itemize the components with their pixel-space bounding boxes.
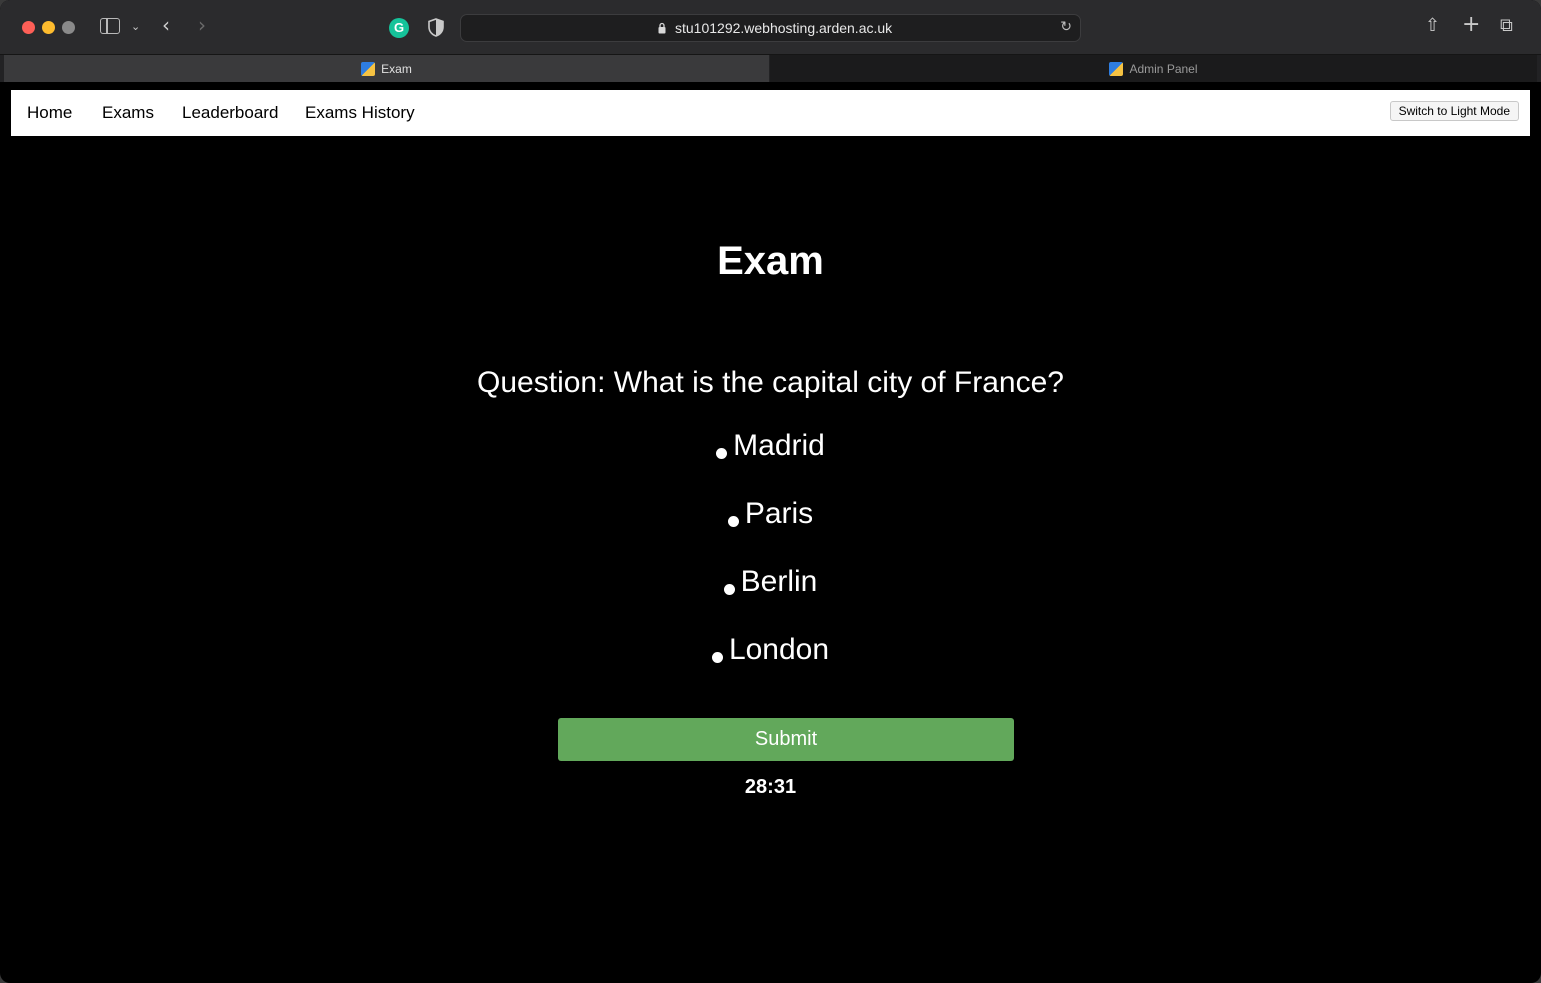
answer-option-london[interactable]: London <box>4 628 1537 696</box>
tab-label: Exam <box>381 61 412 76</box>
minimize-window-button[interactable] <box>42 21 55 34</box>
question-text: Question: What is the capital city of Fr… <box>477 366 1064 399</box>
answer-option-label: Paris <box>744 497 814 530</box>
forward-arrow-icon[interactable]: › <box>198 15 206 35</box>
share-icon[interactable]: ⇧ <box>1425 16 1440 36</box>
answer-option-berlin[interactable]: Berlin <box>4 560 1537 628</box>
tab-admin-panel[interactable]: Admin Panel <box>770 55 1537 82</box>
grammarly-extension-icon[interactable]: G <box>389 18 409 38</box>
nav-home-link[interactable]: Home <box>27 103 72 123</box>
site-navbar: Home Exams Leaderboard Exams History Swi… <box>11 90 1530 136</box>
answer-option-label: London <box>728 633 830 666</box>
browser-window: ⌄ ‹ › G stu101292.webhosting.arden.ac.uk… <box>0 0 1541 983</box>
nav-leaderboard-link[interactable]: Leaderboard <box>182 103 278 123</box>
bullet-icon <box>716 448 728 459</box>
countdown-timer: 28:31 <box>744 776 797 798</box>
zoom-window-button[interactable] <box>62 21 75 34</box>
address-bar[interactable]: stu101292.webhosting.arden.ac.uk ↻ <box>460 14 1081 42</box>
site-favicon-icon <box>361 61 376 76</box>
browser-toolbar: ⌄ ‹ › G stu101292.webhosting.arden.ac.uk… <box>0 0 1541 54</box>
tab-strip: Exam Admin Panel <box>0 54 1541 82</box>
privacy-shield-icon[interactable] <box>428 18 444 37</box>
lock-icon <box>658 22 666 34</box>
reload-icon[interactable]: ↻ <box>1060 19 1072 35</box>
tab-label: Admin Panel <box>1129 61 1198 76</box>
answer-option-madrid[interactable]: Madrid <box>4 424 1537 492</box>
theme-toggle-button[interactable]: Switch to Light Mode <box>1389 101 1519 121</box>
nav-exams-history-link[interactable]: Exams History <box>305 103 415 123</box>
site-favicon-icon <box>1109 61 1124 76</box>
chevron-down-icon[interactable]: ⌄ <box>131 17 140 37</box>
nav-exams-link[interactable]: Exams <box>102 103 154 123</box>
tab-exam[interactable]: Exam <box>4 55 769 82</box>
back-arrow-icon[interactable]: ‹ <box>162 15 170 35</box>
bullet-icon <box>711 652 723 663</box>
bullet-icon <box>727 516 739 527</box>
url-text: stu101292.webhosting.arden.ac.uk <box>675 20 893 36</box>
new-tab-icon[interactable]: + <box>1462 14 1480 36</box>
tab-overview-icon[interactable]: ⧉ <box>1500 16 1513 36</box>
sidebar-toggle-icon[interactable] <box>100 18 120 34</box>
submit-button[interactable]: Submit <box>558 718 1014 761</box>
page-content: Home Exams Leaderboard Exams History Swi… <box>4 82 1537 977</box>
bullet-icon <box>723 584 735 595</box>
close-window-button[interactable] <box>22 21 35 34</box>
answer-option-label: Madrid <box>733 429 825 462</box>
answer-option-paris[interactable]: Paris <box>4 492 1537 560</box>
answer-options-list: Madrid Paris Berlin London <box>4 424 1537 696</box>
page-title: Exam <box>717 238 824 283</box>
answer-option-label: Berlin <box>740 565 818 598</box>
